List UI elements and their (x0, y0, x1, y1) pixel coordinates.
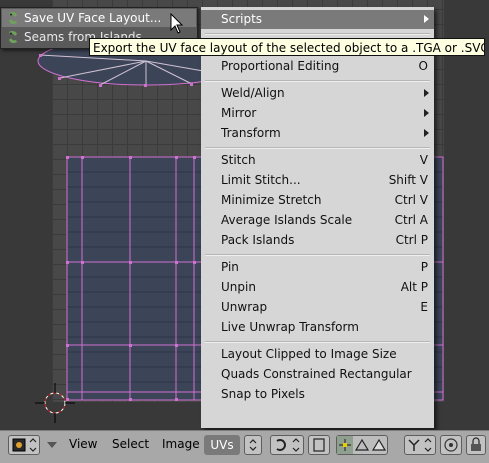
menu-item-proportional-editing[interactable]: Proportional Editing O (201, 57, 434, 76)
uvs-menu-tab[interactable]: UVs (204, 435, 240, 455)
menu-item-limit-stitch[interactable]: Limit Stitch... Shift V (201, 171, 434, 190)
menu-item-transform[interactable]: Transform (201, 124, 434, 143)
submenu-arrow-icon (424, 129, 429, 137)
editor-type-selector[interactable] (8, 435, 40, 455)
submenu-arrow-icon (424, 109, 429, 117)
vertex-edge-face-icons (337, 436, 387, 454)
menu-item-label: Layout Clipped to Image Size (221, 347, 397, 361)
menu-item-label: Transform (221, 126, 281, 140)
submenu-arrow-icon (424, 15, 429, 23)
menu-item-label: Minimize Stretch (221, 193, 322, 207)
image-editor-icon (12, 438, 37, 452)
menu-item-shortcut: Ctrl P (395, 233, 428, 247)
sync-selection-icon (313, 438, 325, 452)
menu-separator (205, 80, 430, 82)
menu-item-label: Stitch (221, 153, 256, 167)
menu-item-layout-clipped-to-image-size[interactable]: Layout Clipped to Image Size (201, 345, 434, 364)
pivot-selector[interactable] (270, 435, 304, 455)
menu-item-label: Scripts (221, 12, 263, 26)
uvs-menu: ScriptsProportional FalloffProportional … (201, 7, 434, 428)
menu-item-stitch[interactable]: Stitch V (201, 151, 434, 170)
menu-item-label: Pin (221, 260, 239, 274)
menu-item-label: Quads Constrained Rectangular (221, 367, 412, 381)
menu-item-scripts[interactable]: Scripts (201, 10, 434, 29)
menu-item-quads-constrained-rectangular[interactable]: Quads Constrained Rectangular (201, 365, 434, 384)
updown-arrows-icon (249, 439, 257, 451)
menu-item-label: Mirror (221, 106, 257, 120)
menu-item-shortcut: O (418, 59, 428, 73)
tooltip: Export the UV face layout of the selecte… (89, 38, 485, 56)
menu-item-unwrap[interactable]: Unwrap E (201, 298, 434, 317)
menu-item-label: Save UV Face Layout... (24, 11, 162, 25)
menu-separator (205, 33, 430, 35)
menu-item-shortcut: V (419, 153, 428, 167)
menu-item-live-unwrap-transform[interactable]: Live Unwrap Transform (201, 318, 434, 337)
selection-mode-group[interactable] (336, 435, 388, 455)
menu-item-pack-islands[interactable]: Pack Islands Ctrl P (201, 231, 434, 250)
overflow-button[interactable] (466, 435, 486, 455)
sticky-selection-stepper[interactable] (244, 435, 262, 455)
pivot-icon (276, 438, 300, 452)
submenu-arrow-icon (424, 89, 429, 97)
menu-item-weld-align[interactable]: Weld/Align (201, 84, 434, 103)
menu-item-label: Snap to Pixels (221, 387, 305, 401)
sticky-vertex-icon (408, 438, 432, 452)
menu-item-mirror[interactable]: Mirror (201, 104, 434, 123)
menu-item-label: Proportional Editing (221, 59, 340, 73)
menu-item-minimize-stretch[interactable]: Minimize Stretch Ctrl V (201, 191, 434, 210)
mouse-pointer-icon (170, 13, 184, 34)
menu-item-shortcut: Alt P (400, 280, 428, 294)
uv-editor-header: View Select Image UVs (0, 430, 489, 463)
python-script-icon (9, 30, 17, 44)
image-menu[interactable]: Image (162, 437, 200, 451)
lock-icon (471, 437, 481, 451)
menu-item-label: Unpin (221, 280, 256, 294)
proportional-edit-icon (444, 438, 458, 452)
menu-collapse-triangle-icon[interactable] (46, 441, 58, 449)
menu-item-label: Pack Islands (221, 233, 295, 247)
sync-selection-toggle[interactable] (308, 435, 330, 455)
menu-item-shortcut: Shift V (388, 173, 428, 187)
view-menu[interactable]: View (69, 437, 97, 451)
menu-item-label: Limit Stitch... (221, 173, 301, 187)
menu-item-snap-to-pixels[interactable]: Snap to Pixels (201, 385, 434, 404)
menu-item-save-uv-face-layout[interactable]: Save UV Face Layout... (2, 9, 196, 27)
python-script-icon (9, 11, 17, 25)
menu-item-unpin[interactable]: Unpin Alt P (201, 278, 434, 297)
menu-item-shortcut: Ctrl V (394, 193, 428, 207)
menu-item-shortcut: P (420, 260, 428, 274)
menu-item-shortcut: Ctrl A (394, 213, 428, 227)
menu-item-label: Live Unwrap Transform (221, 320, 359, 334)
menu-separator (205, 341, 430, 343)
menu-item-label: Average Islands Scale (221, 213, 353, 227)
menu-item-label: Unwrap (221, 300, 268, 314)
sticky-mode-selector[interactable] (404, 435, 436, 455)
proportional-edit-toggle[interactable] (440, 435, 462, 455)
menu-separator (205, 147, 430, 149)
menu-separator (205, 254, 430, 256)
menu-item-shortcut: E (420, 300, 428, 314)
menu-item-pin[interactable]: Pin P (201, 258, 434, 277)
select-menu[interactable]: Select (112, 437, 149, 451)
menu-item-label: Weld/Align (221, 86, 285, 100)
uv-image-editor-window: Save UV Face Layout... Seams from Island… (0, 0, 489, 463)
menu-item-average-islands-scale[interactable]: Average Islands Scale Ctrl A (201, 211, 434, 230)
